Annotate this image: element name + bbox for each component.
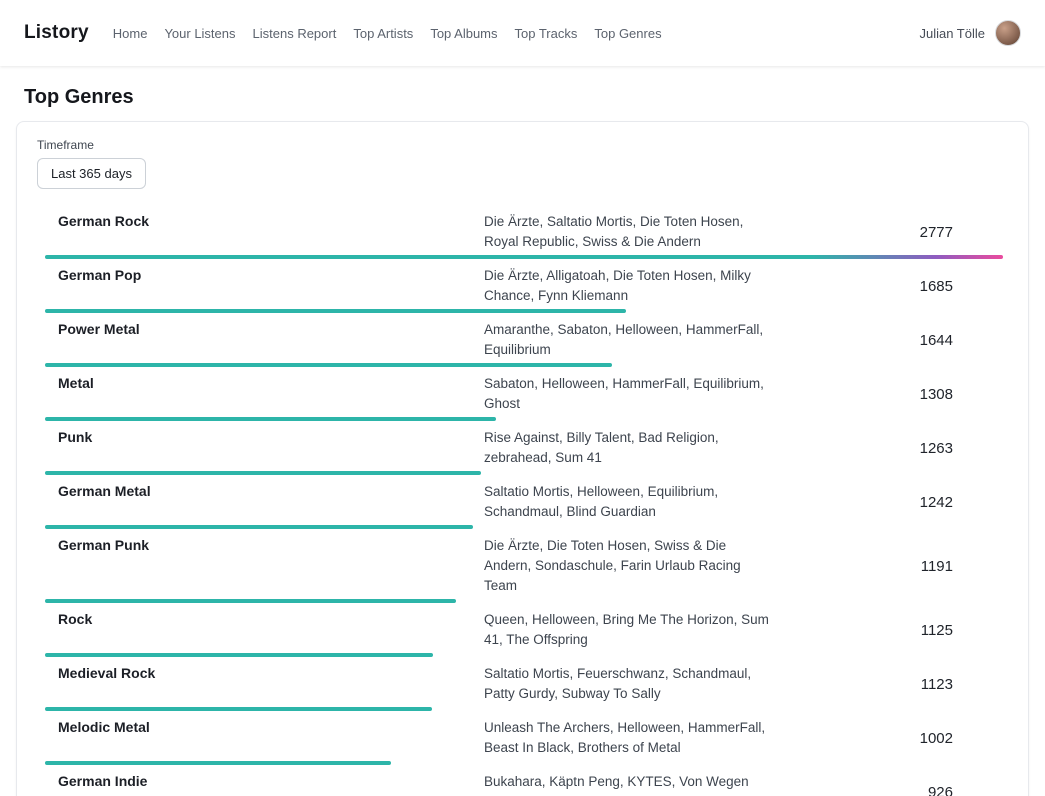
genre-name: German Punk [37, 536, 484, 553]
genre-count: 1125 [784, 622, 1008, 639]
genre-bar [45, 653, 1003, 657]
genre-row: German Indie Bukahara, Käptn Peng, KYTES… [37, 767, 1008, 796]
genre-name: German Indie [37, 772, 484, 789]
genre-bar [45, 255, 1003, 259]
genre-row: German Metal Saltatio Mortis, Helloween,… [37, 477, 1008, 531]
genre-row: German Rock Die Ärzte, Saltatio Mortis, … [37, 207, 1008, 261]
genre-bar-fill [45, 417, 496, 421]
nav-item-top-genres[interactable]: Top Genres [594, 26, 661, 41]
genre-artists: Amaranthe, Sabaton, Helloween, HammerFal… [484, 320, 784, 360]
genre-name: Melodic Metal [37, 718, 484, 735]
genre-count: 1002 [784, 730, 1008, 747]
genre-bar [45, 471, 1003, 475]
genre-artists: Sabaton, Helloween, HammerFall, Equilibr… [484, 374, 784, 414]
genre-row: Punk Rise Against, Billy Talent, Bad Rel… [37, 423, 1008, 477]
genre-artists: Saltatio Mortis, Helloween, Equilibrium,… [484, 482, 784, 522]
timeframe-select[interactable]: Last 365 days [37, 158, 146, 189]
genre-artists: Die Ärzte, Die Toten Hosen, Swiss & Die … [484, 536, 784, 596]
genre-name: Punk [37, 428, 484, 445]
genre-name: Power Metal [37, 320, 484, 337]
timeframe-filter: Timeframe Last 365 days [37, 138, 1008, 189]
genre-count: 1308 [784, 386, 1008, 403]
genre-bar [45, 761, 1003, 765]
genre-table: German Rock Die Ärzte, Saltatio Mortis, … [37, 207, 1008, 796]
genre-bar-fill [45, 525, 473, 529]
user-name[interactable]: Julian Tölle [919, 26, 985, 41]
page-title: Top Genres [24, 86, 1021, 109]
genre-name: Metal [37, 374, 484, 391]
genre-name: Rock [37, 610, 484, 627]
user-menu: Julian Tölle [919, 20, 1021, 46]
genre-count: 1644 [784, 332, 1008, 349]
genre-bar [45, 363, 1003, 367]
main-nav: Home Your Listens Listens Report Top Art… [113, 26, 662, 41]
genre-bar [45, 599, 1003, 603]
genre-artists: Saltatio Mortis, Feuerschwanz, Schandmau… [484, 664, 784, 704]
genre-count: 1263 [784, 440, 1008, 457]
genre-count: 1123 [784, 676, 1008, 693]
genre-artists: Bukahara, Käptn Peng, KYTES, Von Wegen L… [484, 772, 784, 796]
main-content: Top Genres Timeframe Last 365 days Germa… [0, 86, 1045, 796]
genre-row: German Punk Die Ärzte, Die Toten Hosen, … [37, 531, 1008, 605]
nav-item-top-albums[interactable]: Top Albums [430, 26, 497, 41]
nav-item-top-artists[interactable]: Top Artists [353, 26, 413, 41]
genre-bar-fill [45, 255, 1003, 259]
genre-bar [45, 707, 1003, 711]
genre-bar-fill [45, 363, 612, 367]
genre-bar-fill [45, 599, 456, 603]
nav-item-top-tracks[interactable]: Top Tracks [515, 26, 578, 41]
genre-name: German Metal [37, 482, 484, 499]
genre-row: Melodic Metal Unleash The Archers, Hello… [37, 713, 1008, 767]
genre-count: 926 [784, 784, 1008, 796]
genre-count: 1685 [784, 278, 1008, 295]
genre-row: German Pop Die Ärzte, Alligatoah, Die To… [37, 261, 1008, 315]
timeframe-label: Timeframe [37, 138, 1008, 152]
genre-row: Medieval Rock Saltatio Mortis, Feuerschw… [37, 659, 1008, 713]
genre-artists: Die Ärzte, Alligatoah, Die Toten Hosen, … [484, 266, 784, 306]
top-navigation-bar: Listory Home Your Listens Listens Report… [0, 0, 1045, 66]
genre-bar [45, 417, 1003, 421]
genre-name: German Rock [37, 212, 484, 229]
genre-bar [45, 309, 1003, 313]
genre-count: 1191 [784, 558, 1008, 575]
nav-item-home[interactable]: Home [113, 26, 148, 41]
genre-bar [45, 525, 1003, 529]
genre-row: Rock Queen, Helloween, Bring Me The Hori… [37, 605, 1008, 659]
genre-name: Medieval Rock [37, 664, 484, 681]
nav-item-listens-report[interactable]: Listens Report [253, 26, 337, 41]
genre-bar-fill [45, 707, 432, 711]
genre-count: 1242 [784, 494, 1008, 511]
user-avatar[interactable] [995, 20, 1021, 46]
top-genres-card: Timeframe Last 365 days German Rock Die … [16, 121, 1029, 796]
genre-bar-fill [45, 653, 433, 657]
genre-bar-fill [45, 309, 626, 313]
genre-artists: Queen, Helloween, Bring Me The Horizon, … [484, 610, 784, 650]
genre-name: German Pop [37, 266, 484, 283]
genre-bar-fill [45, 471, 481, 475]
genre-row: Power Metal Amaranthe, Sabaton, Hellowee… [37, 315, 1008, 369]
nav-item-your-listens[interactable]: Your Listens [164, 26, 235, 41]
genre-artists: Die Ärzte, Saltatio Mortis, Die Toten Ho… [484, 212, 784, 252]
genre-artists: Rise Against, Billy Talent, Bad Religion… [484, 428, 784, 468]
brand-logo[interactable]: Listory [24, 22, 89, 44]
genre-artists: Unleash The Archers, Helloween, HammerFa… [484, 718, 784, 758]
genre-bar-fill [45, 761, 391, 765]
genre-count: 2777 [784, 224, 1008, 241]
genre-row: Metal Sabaton, Helloween, HammerFall, Eq… [37, 369, 1008, 423]
